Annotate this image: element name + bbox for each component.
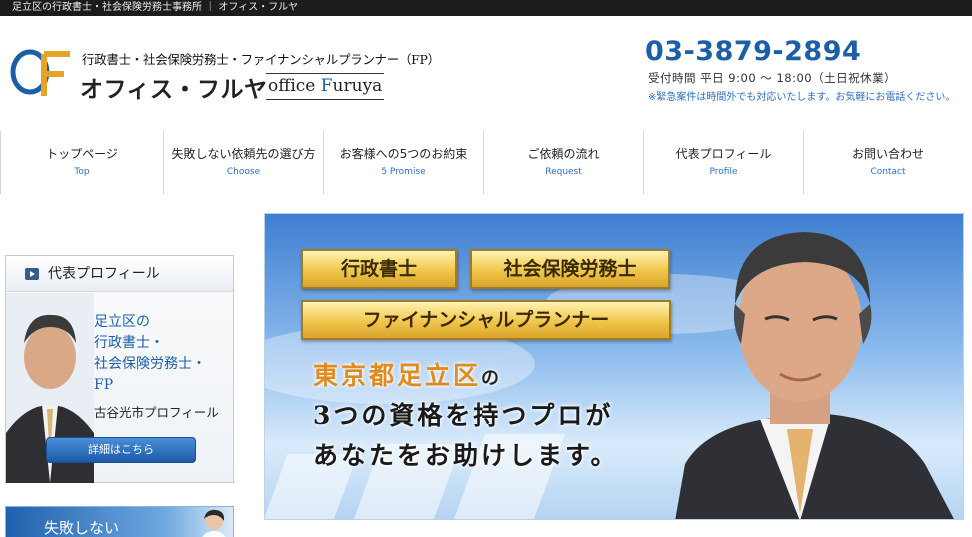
nav-item-promise[interactable]: お客様への5つのお約束 5 Promise bbox=[323, 131, 483, 194]
woman-photo bbox=[202, 509, 226, 537]
profile-detail-button[interactable]: 詳細はこちら bbox=[46, 437, 196, 463]
profile-line: 社会保険労務士・ bbox=[94, 356, 206, 372]
main-nav: トップページ Top 失敗しない依頼先の選び方 Choose お客様への5つのお… bbox=[0, 131, 972, 194]
top-bar: 足立区の行政書士・社会保険労務士事務所 ｜ オフィス・フルヤ bbox=[0, 0, 972, 16]
hero-banner: 行政書士 社会保険労務士 ファイナンシャルプランナー 東京都足立区の 3つの資格… bbox=[264, 213, 964, 520]
phone-number[interactable]: 03-3879-2894 bbox=[645, 36, 861, 67]
nav-sub-label: Request bbox=[545, 167, 582, 177]
logo-divider-bottom bbox=[266, 99, 384, 100]
nav-item-contact[interactable]: お問い合わせ Contact bbox=[803, 131, 972, 194]
nav-sub-label: Top bbox=[74, 167, 90, 177]
logo-name[interactable]: オフィス・フルヤ bbox=[80, 70, 268, 104]
profile-line: FP bbox=[94, 377, 114, 393]
nav-item-top[interactable]: トップページ Top bbox=[0, 131, 163, 194]
hero-location-main: 東京都足立区 bbox=[313, 361, 482, 390]
nav-label: 失敗しない依頼先の選び方 bbox=[171, 147, 316, 161]
choose-banner[interactable]: 失敗しない bbox=[5, 506, 234, 537]
tag-gyoseishoshi: 行政書士 bbox=[301, 249, 457, 289]
nav-item-request[interactable]: ご依頼の流れ Request bbox=[483, 131, 643, 194]
profile-line: 行政書士・ bbox=[94, 335, 164, 351]
logo-english-rest: uruya bbox=[332, 76, 383, 96]
business-hours: 受付時間 平日 9:00 ～ 18:00（土日祝休業） bbox=[648, 71, 897, 85]
hero-subheadline: あなたをお助けします。 bbox=[313, 441, 619, 470]
nav-item-choose[interactable]: 失敗しない依頼先の選び方 Choose bbox=[163, 131, 323, 194]
nav-label: トップページ bbox=[46, 147, 118, 161]
nav-sub-label: Choose bbox=[226, 167, 261, 177]
nav-item-profile[interactable]: 代表プロフィール Profile bbox=[643, 131, 803, 194]
logo-english-prefix: office bbox=[268, 76, 321, 96]
play-icon bbox=[25, 268, 39, 280]
nav-label: 代表プロフィール bbox=[675, 147, 772, 161]
nav-label: ご依頼の流れ bbox=[527, 147, 600, 161]
nav-label: お客様への5つのお約束 bbox=[339, 147, 468, 161]
nav-label: お問い合わせ bbox=[851, 147, 924, 161]
logo-subtitle: 行政書士・社会保険労務士・ファイナンシャルプランナー（FP） bbox=[82, 52, 440, 67]
logo-english-name: office Furuya bbox=[268, 76, 382, 96]
tag-sharoushi: 社会保険労務士 bbox=[470, 249, 670, 289]
profile-widget: 代表プロフィール 足立区の 行政書士・ 社会保険労務士・ FP 古谷光市プロフィ… bbox=[5, 255, 234, 483]
logo-divider bbox=[266, 73, 384, 74]
profile-line: 足立区の bbox=[94, 314, 150, 330]
nav-sub-label: Contact bbox=[870, 167, 906, 177]
nav-sub-label: 5 Promise bbox=[381, 167, 426, 177]
nav-sub-label: Profile bbox=[709, 167, 738, 177]
hero-location-suffix: の bbox=[481, 368, 503, 389]
hero-location: 東京都足立区の bbox=[313, 356, 502, 392]
hero-headline: 3つの資格を持つプロが bbox=[313, 401, 614, 430]
profile-widget-header: 代表プロフィール bbox=[6, 256, 233, 292]
profile-name: 古谷光市プロフィール bbox=[94, 405, 219, 420]
choose-banner-text: 失敗しない bbox=[44, 519, 120, 537]
profile-widget-title: 代表プロフィール bbox=[48, 266, 160, 282]
profile-description: 足立区の 行政書士・ 社会保険労務士・ FP bbox=[94, 312, 206, 396]
office-furuya-logo-icon[interactable] bbox=[10, 46, 74, 100]
logo-english-cap: F bbox=[320, 76, 333, 96]
tag-fp: ファイナンシャルプランナー bbox=[301, 300, 671, 340]
emergency-note: ※緊急案件は時間外でも対応いたします。お気軽にお電話ください。 bbox=[648, 92, 956, 103]
